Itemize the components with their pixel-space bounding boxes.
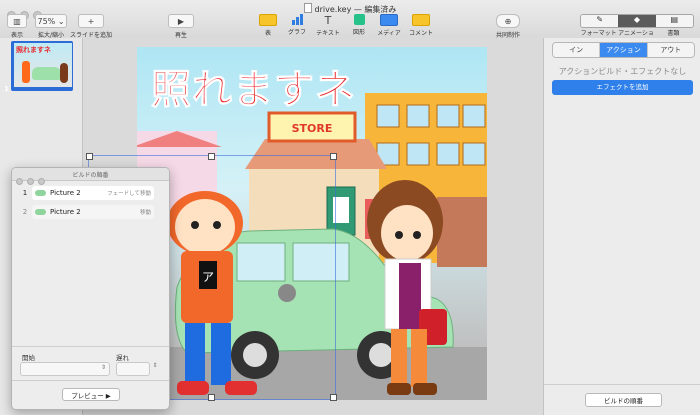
- media-button[interactable]: メディア: [374, 14, 404, 37]
- divider: [12, 346, 169, 347]
- car-hubcap: [369, 343, 393, 367]
- add-slide-button[interactable]: + スライドを追加: [70, 14, 112, 39]
- zoom-menu[interactable]: 75% ⌄ 拡大/縮小: [35, 14, 67, 39]
- slide-thumbnail-selected[interactable]: 照れますネ: [11, 41, 73, 91]
- chevron-updown-icon: ⇕: [100, 364, 106, 371]
- collaborate-icon: ⊕: [496, 14, 520, 28]
- build-list-item[interactable]: 1 Picture 2 フェードして移動: [18, 185, 162, 201]
- text-icon: T: [324, 13, 332, 27]
- resize-handle[interactable]: [208, 153, 215, 160]
- resize-handle[interactable]: [208, 394, 215, 401]
- car-picture-icon: [35, 209, 46, 215]
- plus-icon: +: [78, 14, 104, 28]
- inspector-switcher: ✎ ◆ ▤: [580, 14, 694, 28]
- building-window: [462, 104, 486, 128]
- building-window: [406, 104, 430, 128]
- minimize-panel-icon[interactable]: [27, 178, 34, 185]
- view-button[interactable]: ▥ 表示: [7, 14, 27, 39]
- tab-build-in[interactable]: イン: [553, 43, 601, 57]
- no-effect-text: アクションビルド・エフェクトなし: [558, 67, 687, 76]
- delay-label: 遅れ: [116, 354, 129, 362]
- build-order-panel: ビルドの順番 1 Picture 2 フェードして移動 2 Picture 2 …: [11, 167, 170, 410]
- car-picture-icon: [35, 190, 46, 196]
- girl-shoe: [387, 383, 411, 395]
- thumbnail-girl: [60, 63, 68, 83]
- add-effect-button[interactable]: エフェクトを追加: [552, 80, 693, 95]
- thumbnail-car: [32, 67, 62, 80]
- play-button[interactable]: ▶ 再生: [168, 14, 194, 39]
- building-window: [376, 104, 400, 128]
- comment-button[interactable]: コメント: [405, 14, 437, 37]
- chevron-down-icon: ⌄: [57, 16, 65, 26]
- resize-handle[interactable]: [330, 153, 337, 160]
- store-sign-text: STORE: [292, 122, 333, 135]
- media-icon: [380, 14, 398, 26]
- tab-build-out[interactable]: アウト: [647, 43, 694, 57]
- collaborate-button[interactable]: ⊕ 共同制作: [493, 14, 523, 39]
- toolbar: drive.key — 編集済み ▥ 表示 75% ⌄ 拡大/縮小 + スライド…: [0, 0, 700, 46]
- slide-thumbnail-image: 照れますネ: [14, 43, 72, 87]
- close-panel-icon[interactable]: [16, 178, 23, 185]
- building-window: [462, 142, 486, 166]
- girl-vest: [399, 263, 421, 329]
- start-popup[interactable]: ⇕: [20, 362, 110, 376]
- animate-diamond-icon[interactable]: ◆: [618, 15, 656, 27]
- girl-eye: [413, 231, 421, 239]
- preview-button[interactable]: プレビュー ▶: [62, 388, 120, 401]
- animate-inspector: イン アクション アウト アクションビルド・エフェクトなし エフェクトを追加 ビ…: [543, 38, 700, 415]
- paintbrush-icon[interactable]: ✎: [581, 15, 619, 27]
- thumbnail-title: 照れますネ: [16, 46, 51, 54]
- panel-titlebar[interactable]: ビルドの順番: [12, 168, 169, 185]
- brown-wall: [437, 197, 487, 267]
- sidebar-icon: ▥: [7, 14, 27, 28]
- thumbnail-boy: [22, 61, 30, 83]
- text-button[interactable]: T テキスト: [314, 13, 342, 38]
- building-window: [406, 142, 430, 166]
- delay-field[interactable]: [116, 362, 150, 376]
- chart-icon: [290, 14, 304, 25]
- document-settings-icon[interactable]: ▤: [655, 15, 693, 27]
- comment-icon: [412, 14, 430, 26]
- slide-number: 1: [4, 85, 9, 93]
- slide-title[interactable]: 照れますネ: [151, 57, 356, 115]
- play-icon: ▶: [168, 14, 194, 28]
- build-list-item[interactable]: 2 Picture 2 移動: [18, 204, 162, 220]
- build-order-button[interactable]: ビルドの順番: [585, 393, 662, 407]
- girl-face: [381, 205, 433, 261]
- resize-handle[interactable]: [86, 153, 93, 160]
- start-label: 開始: [22, 354, 35, 362]
- table-icon: [259, 14, 277, 26]
- panel-title: ビルドの順番: [72, 172, 109, 179]
- building-window: [436, 104, 460, 128]
- delay-stepper[interactable]: ⇕: [151, 362, 159, 374]
- document-icon: [303, 3, 312, 13]
- girl-shoe: [413, 383, 437, 395]
- chart-button[interactable]: グラフ: [284, 14, 310, 36]
- building-window: [436, 142, 460, 166]
- divider: [544, 384, 700, 385]
- divider: [12, 380, 169, 381]
- resize-handle[interactable]: [330, 394, 337, 401]
- tab-action[interactable]: アクション: [600, 43, 648, 57]
- shape-icon: [353, 14, 365, 25]
- shape-button[interactable]: 図形: [347, 14, 371, 36]
- animation-tabs: イン アクション アウト: [552, 42, 695, 58]
- zoom-panel-icon[interactable]: [38, 178, 45, 185]
- table-button[interactable]: 表: [256, 14, 280, 37]
- girl-eye: [395, 231, 403, 239]
- girl-leg: [411, 329, 427, 387]
- girl-leg: [391, 329, 407, 387]
